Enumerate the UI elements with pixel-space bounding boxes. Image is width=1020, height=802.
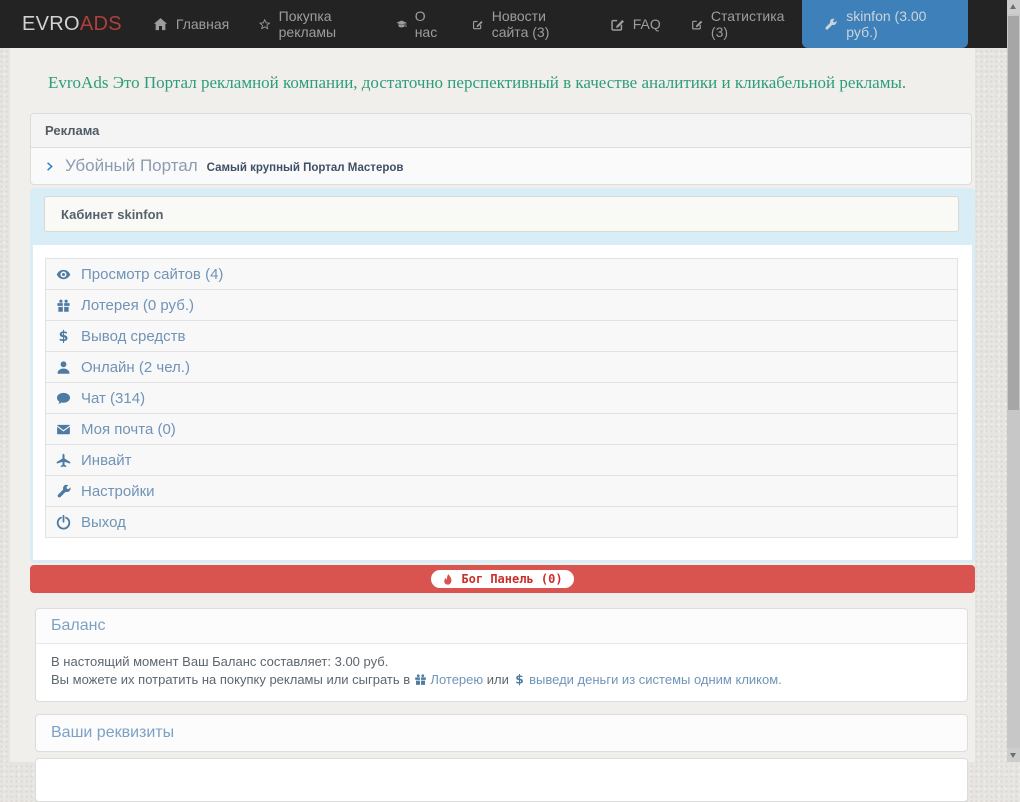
- cabinet-menu-item-settings[interactable]: Настройки: [45, 475, 958, 507]
- gift-icon: [414, 673, 427, 686]
- balance-body: В настоящий момент Ваш Баланс составляет…: [36, 644, 967, 701]
- cabinet-menu-item-invite[interactable]: Инвайт: [45, 444, 958, 476]
- god-panel-bar[interactable]: Бог Панель (0): [30, 565, 975, 593]
- nav-item-news[interactable]: Новости сайта (3): [457, 0, 594, 48]
- nav-item-about[interactable]: О нас: [381, 0, 458, 48]
- edit-icon: [472, 17, 483, 32]
- nav-item-home[interactable]: Главная: [138, 0, 244, 48]
- chevron-right-icon: [45, 161, 56, 172]
- navbar: EVROADS ГлавнаяПокупка рекламыО насНовос…: [0, 0, 1007, 48]
- comment-icon: [56, 391, 71, 406]
- nav-item-stats[interactable]: Статистика (3): [676, 0, 803, 48]
- balance-panel: Баланс В настоящий момент Ваш Баланс сос…: [35, 608, 968, 702]
- site-slogan: EvroAds Это Портал рекламной компании, д…: [10, 48, 975, 93]
- cabinet-panel: Кабинет skinfon Просмотр сайтов (4)Лотер…: [30, 188, 975, 563]
- cabinet-menu-item-lottery[interactable]: Лотерея (0 руб.): [45, 289, 958, 321]
- god-panel-button[interactable]: Бог Панель (0): [431, 570, 573, 588]
- logo[interactable]: EVROADS: [22, 0, 122, 48]
- wrench-icon: [824, 17, 837, 32]
- ads-panel: Реклама Убойный Портал Самый крупный Пор…: [30, 113, 972, 185]
- balance-title: Баланс: [36, 609, 967, 644]
- cabinet-menu: Просмотр сайтов (4)Лотерея (0 руб.)Вывод…: [33, 245, 972, 560]
- ad-description: Самый крупный Портал Мастеров: [207, 158, 404, 174]
- withdraw-link[interactable]: выведи деньги из системы одним кликом.: [513, 672, 782, 687]
- plane-icon: [56, 453, 71, 468]
- star-icon: [259, 17, 270, 32]
- graduation-cap-icon: [396, 17, 407, 32]
- navbar-menu: ГлавнаяПокупка рекламыО насНовости сайта…: [138, 0, 802, 48]
- cabinet-menu-item-logout[interactable]: Выход: [45, 506, 958, 538]
- ad-name-link[interactable]: Убойный Портал: [65, 156, 198, 176]
- scroll-up-arrow[interactable]: [1007, 0, 1020, 14]
- cabinet-menu-item-view-sites[interactable]: Просмотр сайтов (4): [45, 258, 958, 290]
- god-panel-label: Бог Панель (0): [461, 572, 562, 586]
- lottery-link[interactable]: Лотерею: [414, 672, 483, 687]
- wrench-icon: [56, 484, 71, 499]
- user-account-button[interactable]: skinfon (3.00 руб.): [802, 0, 968, 48]
- cabinet-title: Кабинет skinfon: [44, 196, 959, 232]
- home-icon: [153, 17, 168, 32]
- ads-panel-title: Реклама: [31, 114, 971, 148]
- nav-item-buy-ads[interactable]: Покупка рекламы: [244, 0, 380, 48]
- cabinet-menu-item-mail[interactable]: Моя почта (0): [45, 413, 958, 445]
- cabinet-menu-item-chat[interactable]: Чат (314): [45, 382, 958, 414]
- gift-icon: [56, 298, 71, 313]
- nav-item-faq[interactable]: FAQ: [595, 0, 676, 48]
- logo-ads: ADS: [80, 13, 122, 36]
- dollar-icon: [513, 673, 526, 686]
- scrollbar-thumb[interactable]: [1008, 16, 1019, 410]
- user-icon: [56, 360, 71, 375]
- eye-icon: [56, 267, 71, 282]
- scroll-down-arrow[interactable]: [1007, 748, 1020, 762]
- ad-listing[interactable]: Убойный Портал Самый крупный Портал Маст…: [31, 148, 971, 184]
- page-wrapper: EvroAds Это Портал рекламной компании, д…: [10, 48, 975, 762]
- edit-icon: [610, 17, 625, 32]
- cabinet-menu-item-online[interactable]: Онлайн (2 чел.): [45, 351, 958, 383]
- requisites-title: Ваши реквизиты: [35, 714, 968, 752]
- user-account-label: skinfon (3.00 руб.): [846, 8, 946, 40]
- fire-icon: [442, 573, 454, 586]
- balance-line2: Вы можете их потратить на покупку реклам…: [51, 671, 952, 689]
- envelope-icon: [56, 422, 71, 437]
- balance-line1: В настоящий момент Ваш Баланс составляет…: [51, 653, 952, 671]
- page: { "navbar": { "logo_evro": "EVRO", "logo…: [0, 0, 1020, 762]
- power-icon: [56, 515, 71, 530]
- requisites-body: [35, 758, 968, 802]
- logo-evro: EVRO: [22, 13, 80, 36]
- page-scrollbar[interactable]: [1007, 0, 1020, 762]
- cabinet-menu-item-withdraw[interactable]: Вывод средств: [45, 320, 958, 352]
- edit-icon: [691, 17, 703, 32]
- dollar-icon: [56, 329, 71, 344]
